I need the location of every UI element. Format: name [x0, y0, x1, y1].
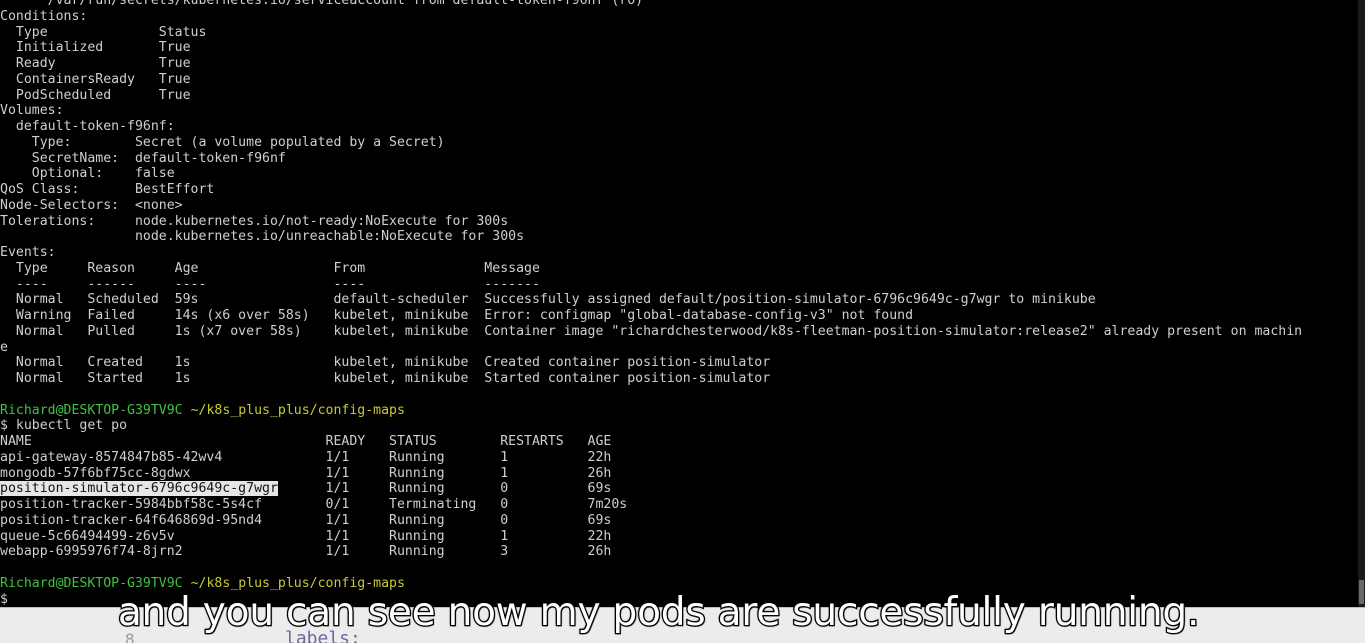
terminal-line: ---- ------ ---- ---- -------: [0, 276, 540, 292]
terminal-line: Optional: false: [0, 166, 175, 182]
prompt-user-host: Richard@DESKTOP-G39TV9C: [0, 402, 183, 418]
terminal-line: PodScheduled True: [0, 87, 191, 103]
terminal-line: Type Status: [0, 24, 207, 40]
terminal-line: Initialized True: [0, 40, 191, 56]
screen: /var/run/secrets/kubernetes.io/serviceac…: [0, 0, 1365, 643]
terminal-line: Ready True: [0, 56, 191, 71]
scrollbar-thumb[interactable]: [1359, 580, 1364, 604]
terminal-line: Warning Failed 14s (x6 over 58s) kubelet…: [0, 308, 914, 323]
terminal-line: Events:: [0, 245, 56, 260]
terminal-line: $ kubectl get po: [0, 418, 128, 434]
terminal-line: default-token-f96nf:: [0, 119, 175, 134]
terminal-line: NAME READY STATUS RESTARTS AGE: [0, 434, 612, 449]
terminal-prompt-line: Richard@DESKTOP-G39TV9C ~/k8s_plus_plus/…: [0, 403, 1358, 419]
terminal-line: position-tracker-5984bbf58c-5s4cf 0/1 Te…: [0, 497, 628, 512]
terminal-line: Volumes:: [0, 103, 64, 119]
selected-text[interactable]: position-simulator-6796c9649c-g7wgr: [0, 481, 278, 497]
terminal-line: api-gateway-8574847b85-42wv4 1/1 Running…: [0, 449, 612, 465]
terminal-line: SecretName: default-token-f96nf: [0, 150, 286, 166]
terminal-line: QoS Class: BestEffort: [0, 182, 215, 197]
terminal-line: node.kubernetes.io/unreachable:NoExecute…: [0, 229, 525, 245]
terminal-line: webapp-6995976f74-8jrn2 1/1 Running 3 26…: [0, 544, 612, 560]
terminal-line: Normal Created 1s kubelet, minikube Crea…: [0, 355, 771, 371]
terminal-line: Normal Scheduled 59s default-scheduler S…: [0, 292, 1096, 308]
video-subtitle: and you can see now my pods are successf…: [117, 589, 1201, 637]
terminal-window[interactable]: /var/run/secrets/kubernetes.io/serviceac…: [0, 0, 1358, 607]
terminal-line: ContainersReady True: [0, 71, 191, 87]
terminal-line: Type Reason Age From Message: [0, 260, 540, 276]
line-text: 1/1 Running 0 69s: [277, 481, 612, 497]
terminal-line: position-simulator-6796c9649c-g7wgr 1/1 …: [0, 481, 1358, 497]
terminal-line: mongodb-57f6bf75cc-8gdwx 1/1 Running 1 2…: [0, 465, 612, 481]
terminal-line: Node-Selectors: <none>: [0, 197, 183, 213]
terminal-line: Normal Started 1s kubelet, minikube Star…: [0, 371, 771, 386]
terminal-line: Normal Pulled 1s (x7 over 58s) kubelet, …: [0, 323, 1303, 339]
terminal-line: position-tracker-64f646869d-95nd4 1/1 Ru…: [0, 512, 612, 528]
prompt-path: ~/k8s_plus_plus/config-maps: [182, 402, 405, 418]
terminal-line: Type: Secret (a volume populated by a Se…: [0, 134, 445, 150]
terminal-line: queue-5c66494499-z6v5v 1/1 Running 1 22h: [0, 528, 612, 544]
terminal-line: Tolerations: node.kubernetes.io/not-read…: [0, 213, 509, 229]
terminal-scrollbar[interactable]: [1358, 0, 1365, 607]
terminal-line: Conditions:: [0, 8, 88, 24]
terminal-line: /var/run/secrets/kubernetes.io/serviceac…: [0, 0, 644, 8]
terminal-line: e: [0, 339, 8, 355]
